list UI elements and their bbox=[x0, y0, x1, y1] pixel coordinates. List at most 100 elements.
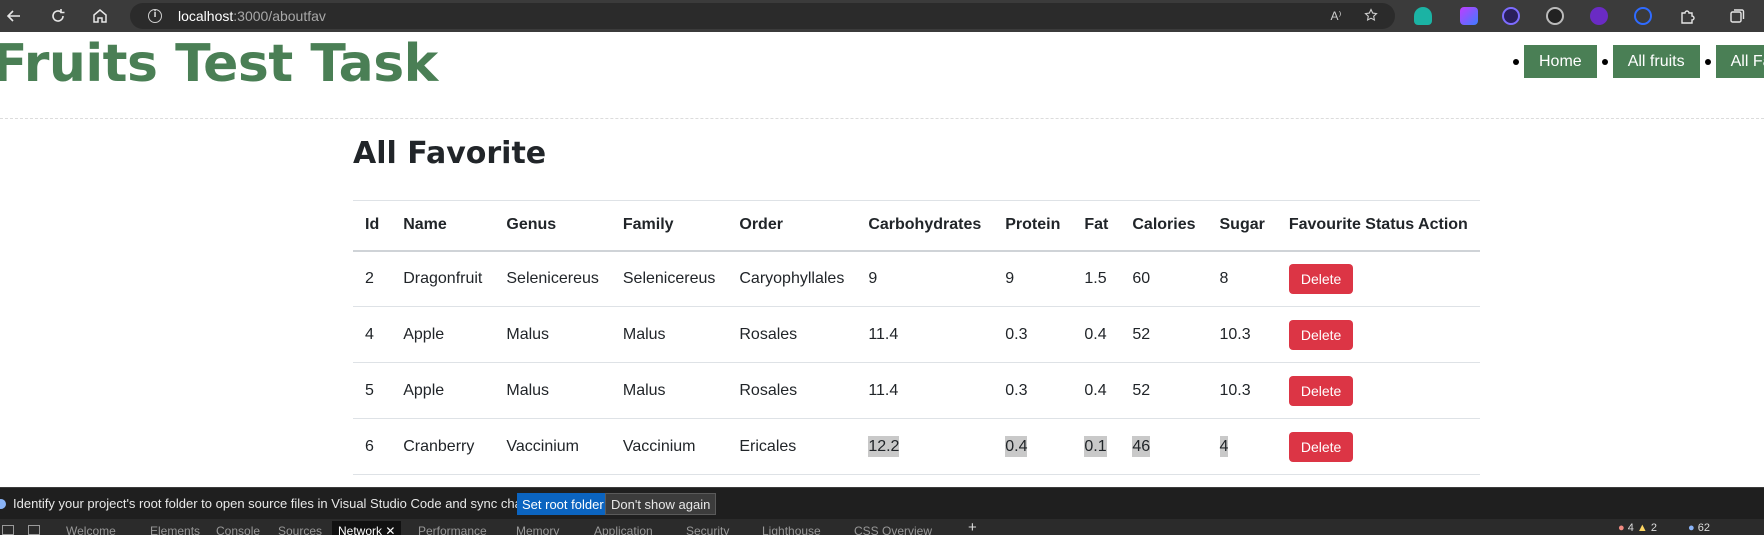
extension-3-icon[interactable] bbox=[1502, 7, 1520, 25]
favorites-table: Id Name Genus Family Order Carbohydrates… bbox=[353, 200, 1480, 475]
table-header-row: Id Name Genus Family Order Carbohydrates… bbox=[353, 200, 1480, 252]
issues-count[interactable]: ● 62 bbox=[1688, 522, 1710, 534]
tab-css-overview[interactable]: CSS Overview bbox=[854, 524, 932, 535]
col-id: Id bbox=[353, 200, 392, 252]
extension-4-icon[interactable] bbox=[1546, 7, 1564, 25]
cell-sugar: 10.3 bbox=[1207, 306, 1277, 363]
col-action: Favourite Status Action bbox=[1276, 200, 1480, 252]
cell-carbohydrates: 11.4 bbox=[856, 306, 994, 363]
cell-id: 5 bbox=[353, 362, 392, 419]
devtools-notification-bar: Identify your project's root folder to o… bbox=[0, 487, 1764, 519]
cell-order: Rosales bbox=[727, 306, 857, 363]
tab-application[interactable]: Application bbox=[594, 524, 653, 535]
cell-sugar: 10.3 bbox=[1207, 362, 1277, 419]
table-row: 5 Apple Malus Malus Rosales 11.4 0.3 0.4… bbox=[353, 362, 1480, 419]
tab-elements[interactable]: Elements bbox=[150, 524, 200, 535]
cell-sugar: 4 bbox=[1207, 418, 1277, 475]
home-icon[interactable] bbox=[88, 4, 112, 28]
dont-show-again-button[interactable]: Don't show again bbox=[605, 493, 717, 515]
devtools-tab-bar: Welcome Elements Console Sources Network… bbox=[0, 519, 1764, 535]
refresh-icon[interactable] bbox=[46, 4, 70, 28]
tab-network-label: Network bbox=[338, 524, 383, 535]
delete-button[interactable]: Delete bbox=[1288, 375, 1354, 406]
tab-sources[interactable]: Sources bbox=[278, 524, 322, 535]
cell-action: Delete bbox=[1276, 362, 1480, 419]
tab-lighthouse[interactable]: Lighthouse bbox=[762, 524, 821, 535]
cell-action: Delete bbox=[1276, 250, 1480, 307]
selected-text: 12.2 bbox=[868, 435, 900, 457]
address-bar[interactable]: i localhost:3000/aboutfav A⁾ bbox=[130, 3, 1395, 29]
main-nav: Home All fruits All Fa bbox=[1508, 45, 1764, 78]
cell-order: Ericales bbox=[727, 418, 857, 475]
col-genus: Genus bbox=[494, 200, 611, 252]
cell-calories: 46 bbox=[1120, 418, 1208, 475]
devtools-notice-text: Identify your project's root folder to o… bbox=[13, 496, 554, 511]
info-icon bbox=[0, 499, 6, 509]
col-protein: Protein bbox=[993, 200, 1073, 252]
col-order: Order bbox=[727, 200, 857, 252]
read-aloud-label: A⁾ bbox=[1330, 9, 1342, 23]
add-favorite-icon[interactable] bbox=[1364, 8, 1380, 24]
tab-welcome[interactable]: Welcome bbox=[66, 524, 116, 535]
col-carbohydrates: Carbohydrates bbox=[856, 200, 994, 252]
col-fat: Fat bbox=[1072, 200, 1121, 252]
cell-fat: 0.4 bbox=[1072, 362, 1121, 419]
cell-name: Apple bbox=[391, 362, 495, 419]
tab-memory[interactable]: Memory bbox=[516, 524, 559, 535]
site-info-icon[interactable]: i bbox=[148, 9, 162, 23]
cell-action: Delete bbox=[1276, 418, 1480, 475]
cell-family: Malus bbox=[610, 362, 728, 419]
cell-carbohydrates: 11.4 bbox=[856, 362, 994, 419]
col-family: Family bbox=[610, 200, 728, 252]
cell-family: Selenicereus bbox=[610, 250, 728, 307]
set-root-folder-button[interactable]: Set root folder bbox=[517, 493, 609, 515]
cell-protein: 9 bbox=[993, 250, 1073, 307]
extension-5-icon[interactable] bbox=[1590, 7, 1608, 25]
cell-protein: 0.3 bbox=[993, 362, 1073, 419]
selected-text: 0.1 bbox=[1084, 435, 1107, 457]
close-tab-icon[interactable]: ✕ bbox=[385, 524, 395, 535]
collections-icon[interactable] bbox=[1725, 4, 1749, 28]
cell-fat: 1.5 bbox=[1072, 250, 1121, 307]
extension-1-icon[interactable] bbox=[1414, 7, 1432, 25]
read-aloud-icon[interactable]: A⁾ bbox=[1328, 8, 1344, 24]
cell-carbohydrates: 9 bbox=[856, 250, 994, 307]
url-path: :3000/aboutfav bbox=[233, 8, 326, 24]
selected-text: 0.4 bbox=[1005, 435, 1028, 457]
issues-value: 62 bbox=[1697, 522, 1710, 534]
cell-order: Caryophyllales bbox=[727, 250, 857, 307]
table-row: 6 Cranberry Vaccinium Vaccinium Ericales… bbox=[353, 418, 1480, 475]
delete-button[interactable]: Delete bbox=[1288, 319, 1354, 350]
extension-2-icon[interactable] bbox=[1460, 7, 1478, 25]
url-host: localhost bbox=[178, 8, 234, 24]
warnings-value: 2 bbox=[1650, 522, 1657, 534]
nav-all-favorites[interactable]: All Fa bbox=[1715, 45, 1764, 78]
tab-performance[interactable]: Performance bbox=[418, 524, 487, 535]
url-text[interactable]: localhost:3000/aboutfav bbox=[178, 8, 326, 24]
cell-name: Dragonfruit bbox=[391, 250, 495, 307]
device-toolbar-icon[interactable] bbox=[2, 525, 14, 535]
delete-button[interactable]: Delete bbox=[1288, 431, 1354, 462]
tab-network[interactable]: Network ✕ bbox=[332, 521, 402, 535]
cell-calories: 52 bbox=[1120, 306, 1208, 363]
extensions-puzzle-icon[interactable] bbox=[1676, 4, 1700, 28]
selected-text: 4 bbox=[1219, 435, 1229, 457]
errors-value: 4 bbox=[1627, 522, 1634, 534]
back-icon[interactable] bbox=[2, 4, 26, 28]
add-tab-icon[interactable]: + bbox=[968, 519, 977, 535]
cell-protein: 0.4 bbox=[993, 418, 1073, 475]
extension-6-icon[interactable] bbox=[1634, 7, 1652, 25]
delete-button[interactable]: Delete bbox=[1288, 263, 1354, 294]
cell-family: Malus bbox=[610, 306, 728, 363]
nav-all-fruits[interactable]: All fruits bbox=[1612, 45, 1700, 78]
inspect-icon[interactable] bbox=[28, 525, 40, 535]
cell-genus: Selenicereus bbox=[494, 250, 611, 307]
tab-console[interactable]: Console bbox=[216, 524, 260, 535]
nav-home[interactable]: Home bbox=[1524, 45, 1597, 78]
cell-genus: Malus bbox=[494, 306, 611, 363]
tab-security[interactable]: Security bbox=[686, 524, 729, 535]
cell-fat: 0.1 bbox=[1072, 418, 1121, 475]
cell-sugar: 8 bbox=[1207, 250, 1277, 307]
error-count[interactable]: ● 4 ▲ 2 bbox=[1618, 522, 1657, 534]
cell-id: 4 bbox=[353, 306, 392, 363]
